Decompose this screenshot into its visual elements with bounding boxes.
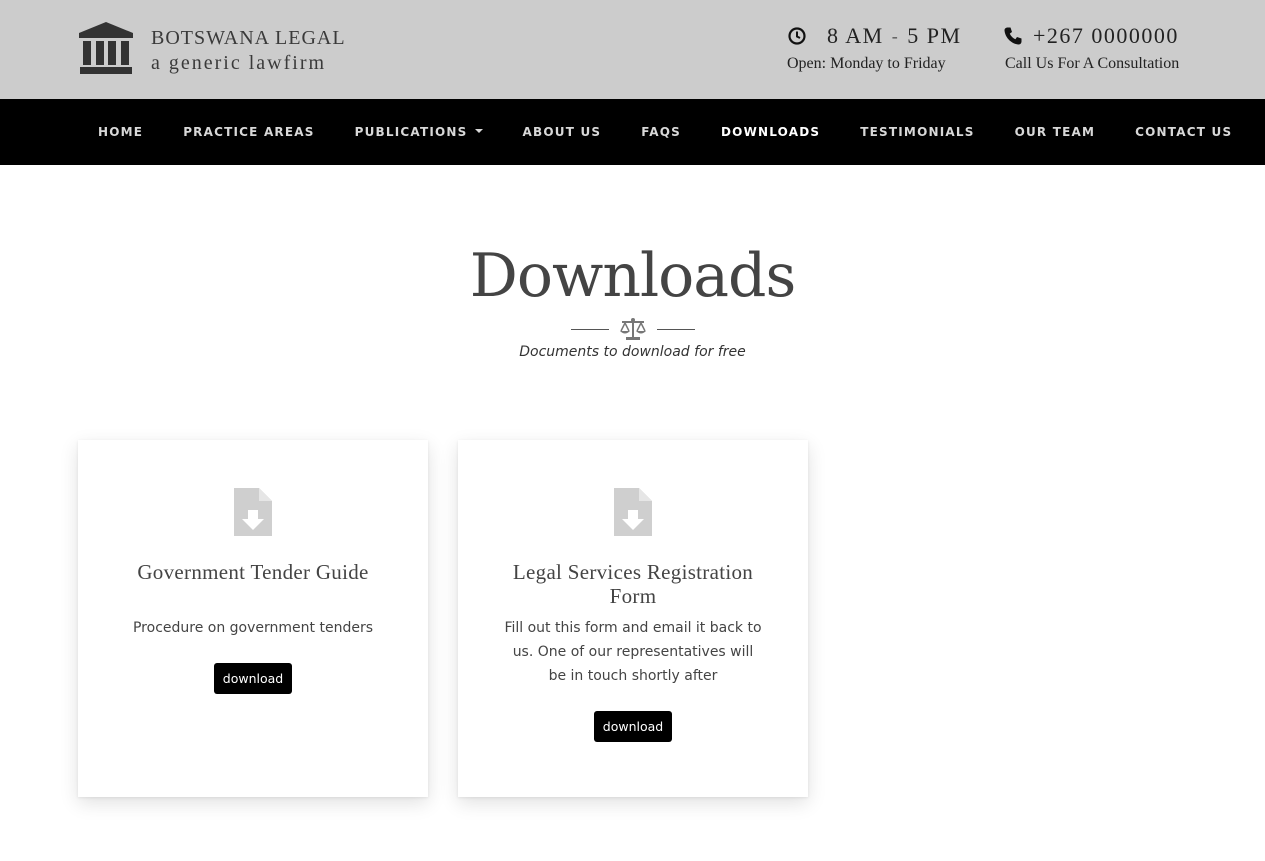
hours-separator: -: [891, 26, 900, 46]
hours-start: 8 AM: [827, 23, 884, 48]
nav-item-our-team[interactable]: OUR TEAM: [995, 125, 1116, 139]
nav-label: OUR TEAM: [1014, 125, 1096, 139]
top-header-bar: BOTSWANA LEGAL a generic lawfirm 8 AM - …: [0, 0, 1265, 99]
nav-item-faqs[interactable]: FAQS: [621, 125, 701, 139]
page-heading-section: Downloads Documents to download for free: [0, 238, 1265, 360]
download-button[interactable]: download: [594, 711, 672, 742]
nav-item-home[interactable]: HOME: [78, 125, 163, 139]
file-download-icon: [614, 488, 652, 536]
brand-logo[interactable]: BOTSWANA LEGAL a generic lawfirm: [77, 21, 346, 76]
caret-down-icon: [474, 129, 483, 133]
hours-subtitle: Open: Monday to Friday: [787, 55, 946, 72]
nav-item-testimonials[interactable]: TESTIMONIALS: [840, 125, 994, 139]
hours-end: 5 PM: [907, 23, 962, 48]
nav-item-contact-us[interactable]: CONTACT US: [1115, 125, 1252, 139]
phone-subtitle: Call Us For A Consultation: [1005, 55, 1180, 72]
nav-item-about-us[interactable]: ABOUT US: [503, 125, 622, 139]
divider-line: [570, 328, 609, 330]
nav-item-publications[interactable]: PUBLICATIONS: [335, 125, 503, 139]
card-title: Legal Services Registration Form: [512, 560, 754, 608]
main-navigation: HOME PRACTICE AREAS PUBLICATIONS ABOUT U…: [0, 99, 1265, 165]
brand-tagline: a generic lawfirm: [151, 52, 327, 74]
nav-item-practice-areas[interactable]: PRACTICE AREAS: [163, 125, 334, 139]
nav-label: PRACTICE AREAS: [183, 125, 315, 139]
divider-line: [656, 328, 695, 330]
download-button[interactable]: download: [214, 663, 292, 694]
brand-name: BOTSWANA LEGAL: [151, 27, 346, 49]
courthouse-icon: [79, 22, 133, 74]
card-title: Government Tender Guide: [137, 560, 369, 584]
nav-label: FAQS: [641, 125, 682, 139]
page-title: Downloads: [469, 241, 797, 311]
clock-icon: [788, 27, 806, 45]
nav-label: TESTIMONIALS: [860, 125, 975, 139]
business-hours: 8 AM - 5 PM Open: Monday to Friday: [787, 22, 962, 74]
phone-number: +267 0000000: [1033, 23, 1179, 48]
nav-label: ABOUT US: [522, 125, 602, 139]
card-description: Fill out this form and email it back to …: [504, 620, 762, 684]
phone-contact[interactable]: +267 0000000 Call Us For A Consultation: [1003, 22, 1179, 74]
nav-label: DOWNLOADS: [721, 125, 821, 139]
download-card: Legal Services Registration Form Fill ou…: [458, 440, 808, 797]
nav-label: CONTACT US: [1135, 125, 1233, 139]
card-description: Procedure on government tenders: [132, 620, 373, 636]
page-subtitle: Documents to download for free: [519, 344, 746, 360]
nav-item-downloads[interactable]: DOWNLOADS: [701, 125, 840, 139]
file-download-icon: [234, 488, 272, 536]
nav-label: PUBLICATIONS: [354, 125, 468, 139]
nav-label: HOME: [98, 125, 144, 139]
title-divider: [0, 316, 1265, 342]
download-card: Government Tender Guide Procedure on gov…: [78, 440, 428, 797]
phone-icon: [1004, 27, 1022, 45]
scales-icon: [619, 318, 646, 340]
